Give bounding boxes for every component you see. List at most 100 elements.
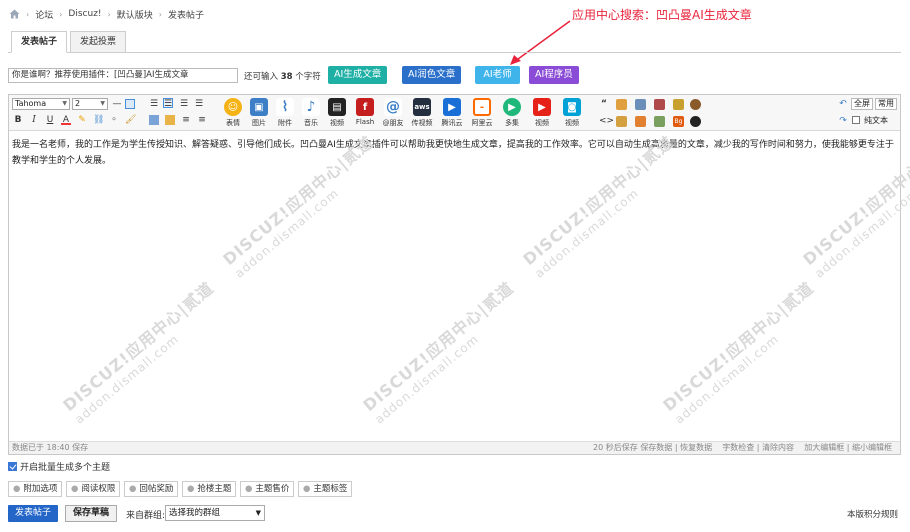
table-icon[interactable] bbox=[125, 99, 135, 109]
bullet-icon: ● bbox=[187, 484, 195, 494]
ai-teacher-button[interactable]: AI老师 bbox=[475, 66, 520, 84]
option-tags[interactable]: ● 主题标签 bbox=[298, 481, 353, 497]
pay-icon[interactable] bbox=[635, 116, 646, 127]
post-thread-button[interactable]: 发表帖子 bbox=[8, 505, 58, 522]
unlink-icon[interactable]: ⚬ bbox=[109, 115, 119, 125]
link-icon[interactable]: ⛓ bbox=[93, 115, 104, 125]
breadcrumb-forum[interactable]: 论坛 bbox=[35, 8, 53, 21]
group-select[interactable]: 选择我的群组 ▼ bbox=[165, 505, 265, 521]
home-icon[interactable] bbox=[9, 9, 20, 19]
ai-programmer-button[interactable]: AI程序员 bbox=[529, 66, 579, 84]
tab-post-thread[interactable]: 发表帖子 bbox=[11, 31, 68, 53]
bullet-icon: ● bbox=[245, 484, 253, 494]
qq-icon[interactable] bbox=[690, 116, 701, 127]
remaining-count: 38 bbox=[280, 72, 293, 82]
hide-content-icon[interactable] bbox=[635, 99, 646, 110]
multi-episode-button[interactable]: ▶ 多集 bbox=[500, 98, 524, 128]
unordered-list-icon[interactable]: ≡ bbox=[197, 115, 207, 125]
bilibili-video-button[interactable]: ◙ 视频 bbox=[560, 98, 584, 128]
font-size-select[interactable]: 2 ▼ bbox=[72, 98, 108, 110]
bullet-icon: ● bbox=[13, 484, 21, 494]
option-reply-reward[interactable]: ● 回帖奖励 bbox=[124, 481, 179, 497]
option-read-permission[interactable]: ● 阅读权限 bbox=[66, 481, 121, 497]
float-right-icon[interactable] bbox=[165, 115, 175, 125]
option-price[interactable]: ● 主题售价 bbox=[240, 481, 295, 497]
watermark: DISCUZ!应用中心|贰道 addon.dismall.com bbox=[659, 278, 818, 427]
float-left-icon[interactable] bbox=[149, 115, 159, 125]
align-left-icon[interactable]: ☰ bbox=[149, 99, 159, 109]
audio-icon[interactable] bbox=[690, 99, 701, 110]
plain-text-label: 纯文本 bbox=[864, 116, 888, 125]
code-icon[interactable]: <> bbox=[599, 116, 614, 126]
shrink-editor-link[interactable]: 缩小编辑框 bbox=[852, 443, 892, 452]
italic-icon[interactable]: I bbox=[29, 115, 39, 125]
word-check-link[interactable]: 字数检查 bbox=[722, 443, 754, 452]
editor-toolbar: Tahoma ▼ 2 ▼ — ☰ ☰ ☰ ☰ B I U A ✎ ⛓ ⚬ 🖌 ≡ ≡… bbox=[9, 95, 900, 131]
mention-button[interactable]: @ @朋友 bbox=[381, 98, 405, 128]
save-data-link[interactable]: 保存数据 bbox=[640, 443, 672, 452]
align-justify-icon[interactable]: ☰ bbox=[194, 99, 204, 109]
editor-content[interactable]: 我是一名老师，我的工作是为学生传授知识、解答疑惑、引导他们成长。凹凸曼AI生成文… bbox=[9, 131, 910, 437]
saved-time: 数据已于 18:40 保存 bbox=[12, 443, 89, 452]
credit-rules-link[interactable]: 本版积分规则 bbox=[847, 508, 898, 520]
breadcrumb-board[interactable]: 默认版块 bbox=[117, 8, 153, 21]
batch-generate-row: 开启批量生成多个主题 bbox=[8, 460, 110, 473]
password-icon[interactable] bbox=[673, 99, 684, 110]
batch-generate-checkbox[interactable] bbox=[8, 462, 17, 471]
ai-polish-button[interactable]: AI润色文章 bbox=[402, 66, 462, 84]
image-button[interactable]: ▣ 图片 bbox=[247, 98, 271, 128]
undo-icon[interactable]: ↶ bbox=[838, 99, 848, 109]
option-extra[interactable]: ● 附加选项 bbox=[8, 481, 63, 497]
bold-icon[interactable]: B bbox=[13, 115, 23, 125]
horizontal-rule-icon[interactable]: — bbox=[112, 99, 122, 109]
ordered-list-icon[interactable]: ≡ bbox=[181, 115, 191, 125]
common-button[interactable]: 常用 bbox=[875, 98, 897, 110]
bg-icon[interactable]: Bg bbox=[673, 116, 684, 127]
clear-content-link[interactable]: 清除内容 bbox=[762, 443, 794, 452]
youtube-video-button[interactable]: ▶ 视频 bbox=[530, 98, 554, 128]
attachment-button[interactable]: ⌇ 附件 bbox=[273, 98, 297, 128]
chevron-down-icon: ▼ bbox=[100, 100, 105, 107]
restore-data-link[interactable]: 恢复数据 bbox=[680, 443, 712, 452]
save-draft-button[interactable]: 保存草稿 bbox=[65, 505, 117, 522]
batch-generate-label: 开启批量生成多个主题 bbox=[20, 463, 111, 473]
align-right-icon[interactable]: ☰ bbox=[179, 99, 189, 109]
smiley-button[interactable]: ☺ 表情 bbox=[221, 98, 245, 128]
redo-icon[interactable]: ↷ bbox=[838, 116, 848, 126]
option-floor-grab[interactable]: ● 抢楼主题 bbox=[182, 481, 237, 497]
underline-icon[interactable]: U bbox=[45, 115, 55, 125]
upload-video-button[interactable]: aws 传视频 bbox=[410, 98, 434, 128]
align-center-icon[interactable]: ☰ bbox=[163, 98, 173, 109]
music-button[interactable]: ♪ 音乐 bbox=[299, 98, 323, 128]
free-content-icon[interactable] bbox=[654, 99, 665, 110]
highlight-icon[interactable]: ✎ bbox=[77, 115, 87, 125]
font-color-icon[interactable]: A bbox=[61, 115, 71, 125]
ai-generate-button[interactable]: AI生成文章 bbox=[328, 66, 388, 84]
font-size-value: 2 bbox=[75, 99, 81, 108]
tab-poll[interactable]: 发起投票 bbox=[70, 31, 127, 53]
tencent-cloud-button[interactable]: ▶ 腾讯云 bbox=[440, 98, 464, 128]
subject-input[interactable]: 你是谁啊？推荐使用插件：[凹凸曼]AI生成文章 bbox=[8, 68, 238, 83]
sell-icon[interactable] bbox=[616, 116, 627, 127]
bullet-icon: ● bbox=[71, 484, 79, 494]
bullet-icon: ● bbox=[303, 484, 311, 494]
plain-text-checkbox[interactable] bbox=[852, 116, 860, 124]
video-button[interactable]: ▤ 视频 bbox=[325, 98, 349, 128]
group-select-value: 选择我的群组 bbox=[169, 508, 221, 518]
breadcrumb-discuz[interactable]: Discuz! bbox=[68, 9, 101, 19]
remaining-suffix: 个字符 bbox=[295, 72, 321, 82]
lock-icon[interactable] bbox=[616, 99, 627, 110]
editor-statusbar: 数据已于 18:40 保存 20 秒后保存 保存数据 | 恢复数据 字数检查 |… bbox=[9, 441, 900, 454]
fullscreen-button[interactable]: 全屏 bbox=[851, 98, 873, 110]
film-clapper-icon: ▤ bbox=[328, 98, 346, 116]
breadcrumb-current: 发表帖子 bbox=[167, 10, 204, 21]
page-break-icon[interactable] bbox=[654, 116, 665, 127]
enlarge-editor-link[interactable]: 加大编辑框 bbox=[804, 443, 844, 452]
chevron-right-icon: › bbox=[59, 9, 63, 19]
watermark: DISCUZ!应用中心|贰道 addon.dismall.com bbox=[359, 278, 518, 427]
quote-icon[interactable]: “ bbox=[599, 99, 609, 109]
flash-button[interactable]: f Flash bbox=[353, 98, 377, 126]
format-brush-icon[interactable]: 🖌 bbox=[125, 115, 136, 125]
aliyun-button[interactable]: - 阿里云 bbox=[470, 98, 494, 128]
font-family-select[interactable]: Tahoma ▼ bbox=[12, 98, 70, 110]
